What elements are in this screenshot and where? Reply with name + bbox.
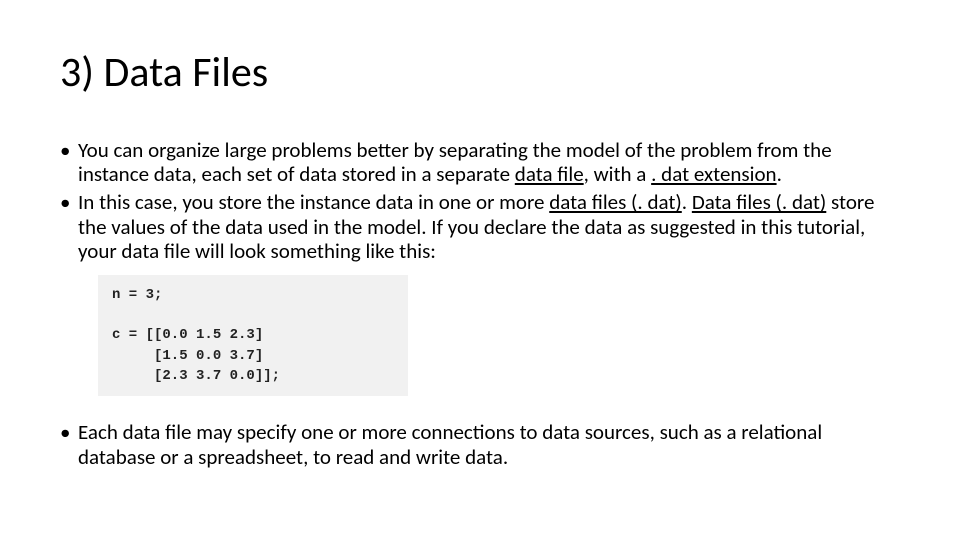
bullet-2: In this case, you store the instance dat… xyxy=(60,190,900,262)
bullet-3: Each data file may specify one or more c… xyxy=(60,420,900,468)
bullet-2-text-a: In this case, you store the instance dat… xyxy=(78,189,549,215)
bullet-2-underline-1: data files (. dat) xyxy=(549,189,682,215)
bullet-3-text: Each data file may specify one or more c… xyxy=(78,419,822,469)
bullet-list: You can organize large problems better b… xyxy=(60,138,900,263)
bullet-list-2: Each data file may specify one or more c… xyxy=(60,420,900,468)
slide: 3) Data Files You can organize large pro… xyxy=(0,0,960,540)
bullet-1-underline-2: . dat extension xyxy=(651,161,776,187)
bullet-1-text-c: . xyxy=(777,161,782,187)
bullet-1: You can organize large problems better b… xyxy=(60,138,900,186)
code-sample: n = 3; c = [[0.0 1.5 2.3] [1.5 0.0 3.7] … xyxy=(98,275,408,396)
bullet-1-text-b: , with a xyxy=(584,161,651,187)
bullet-2-underline-2: Data files (. dat) xyxy=(692,189,826,215)
bullet-1-underline-1: data file xyxy=(515,161,584,187)
bullet-2-text-b: . xyxy=(682,189,692,215)
slide-title: 3) Data Files xyxy=(60,50,900,96)
